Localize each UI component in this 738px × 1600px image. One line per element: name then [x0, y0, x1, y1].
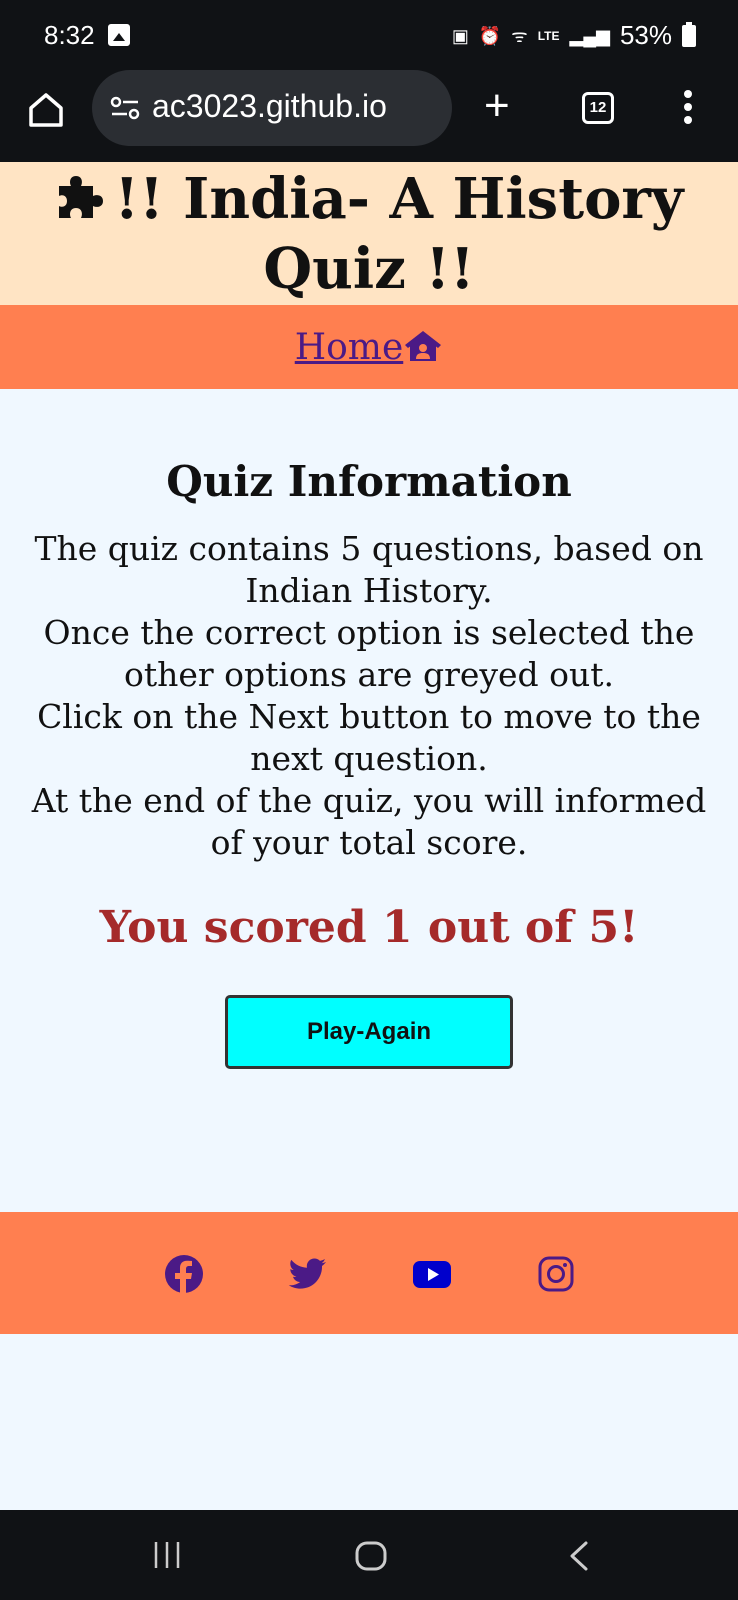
home-link[interactable]: Home [295, 327, 444, 368]
status-bar: 8:32 ▣ ⏰ ᯤ LTE ▂▄▆ 53% [0, 0, 738, 70]
recent-apps-icon[interactable] [150, 1540, 184, 1570]
score-text: You scored 1 out of 5! [99, 902, 639, 953]
url-text[interactable]: ac3023.github.io [152, 88, 387, 125]
quiz-info-text: The quiz contains 5 questions, based on … [29, 528, 709, 864]
system-nav-bar [0, 1510, 738, 1600]
puzzle-icon [58, 176, 103, 218]
facebook-icon[interactable] [164, 1254, 204, 1294]
youtube-icon[interactable] [412, 1254, 452, 1294]
browser-toolbar: ac3023.github.io + 12 [0, 70, 738, 162]
info-line: At the end of the quiz, you will informe… [31, 781, 707, 862]
back-nav-icon[interactable] [566, 1540, 592, 1572]
home-nav-icon[interactable] [354, 1540, 388, 1572]
battery-percent: 53% [619, 20, 672, 50]
tab-switcher-button[interactable]: 12 [582, 92, 614, 124]
volte-icon: LTE [537, 28, 560, 43]
home-link-label[interactable]: Home [295, 327, 404, 368]
instagram-icon[interactable] [536, 1254, 576, 1294]
twitter-icon[interactable] [288, 1254, 328, 1294]
play-again-button[interactable]: Play-Again [225, 995, 513, 1069]
info-line: Click on the Next button to move to the … [37, 697, 701, 778]
status-time: 8:32 [44, 20, 95, 50]
status-indicators: ▣ ⏰ ᯤ LTE ▂▄▆ 53% [452, 20, 696, 51]
more-menu-icon[interactable] [682, 90, 694, 130]
wifi-icon: ᯤ [511, 25, 528, 46]
info-line: The quiz contains 5 questions, based on … [34, 529, 704, 610]
page-title: !! India- A History Quiz !! [0, 162, 738, 304]
battery-icon [682, 21, 696, 47]
new-tab-icon[interactable]: + [484, 84, 510, 128]
site-header: !! India- A History Quiz !! [0, 162, 738, 305]
quiz-info-heading: Quiz Information [166, 457, 572, 506]
title-text: !! India- A History Quiz !! [114, 166, 684, 302]
main-nav: Home [0, 305, 738, 389]
gallery-notification-icon [108, 24, 130, 46]
battery-saver-icon: ▣ [451, 25, 469, 46]
info-line: Once the correct option is selected the … [43, 613, 695, 694]
site-settings-icon[interactable] [110, 96, 140, 120]
address-bar[interactable]: ac3023.github.io [92, 70, 452, 146]
site-footer [0, 1212, 738, 1334]
alarm-icon: ⏰ [478, 25, 502, 46]
browser-home-icon[interactable] [24, 88, 68, 132]
signal-icon: ▂▄▆ [569, 25, 610, 46]
house-user-icon[interactable] [403, 329, 443, 363]
quiz-info-section: Quiz Information The quiz contains 5 que… [0, 389, 738, 1211]
